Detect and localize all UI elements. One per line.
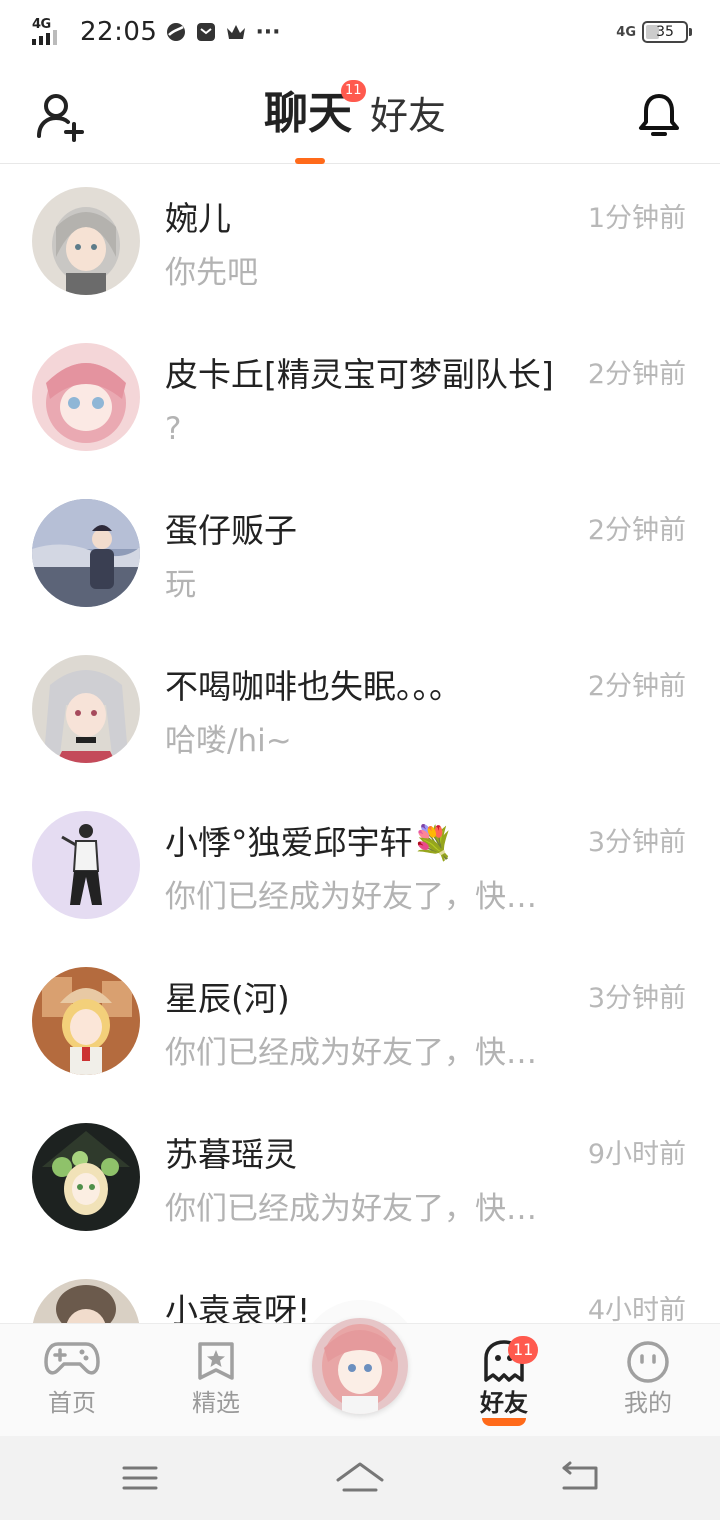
chat-time: 2分钟前 [587,515,686,546]
chat-last-message: ? [165,411,182,447]
chat-time: 3分钟前 [587,827,686,858]
nav-featured-label: 精选 [192,1389,240,1417]
browser-icon [167,23,186,41]
profile-avatar[interactable] [312,1318,408,1414]
chat-row[interactable]: 苏暮瑶灵 你们已经成为好友了，快来聊天吧 9小时前 [0,1101,720,1257]
home-icon[interactable] [330,1458,390,1498]
chat-row[interactable]: 星辰(河) 你们已经成为好友了，快来聊天吧 3分钟前 [0,945,720,1101]
bell-icon[interactable] [638,92,680,140]
message-icon [197,23,216,41]
avatar[interactable] [32,967,140,1075]
mobile-data-icon: 4G [616,24,636,40]
smiley-icon [627,1341,669,1383]
nav-friends[interactable]: 11 好友 [444,1324,564,1437]
chat-name: 小悸°独爱邱宇轩💐 [165,823,454,862]
add-friend-icon[interactable] [36,92,90,142]
avatar[interactable] [32,499,140,607]
chat-name: 不喝咖啡也失眠。。。 [165,667,462,706]
status-bar: 4G 22:05 ··· 4G 35 [0,0,720,64]
chat-row[interactable]: 婉儿 你先吧 1分钟前 [0,165,720,321]
avatar[interactable] [32,655,140,763]
back-icon[interactable] [550,1458,610,1498]
chat-name: 婉儿 [165,199,231,238]
chat-time: 2分钟前 [587,359,686,390]
nav-home-label: 首页 [48,1389,96,1417]
chat-last-message: 你们已经成为好友了，快来聊天吧 [165,1191,555,1227]
chat-name: 蛋仔贩子 [165,511,297,550]
chat-name: 星辰(河) [165,979,290,1018]
nav-me[interactable]: 我的 [588,1324,708,1437]
chat-last-message: 你先吧 [165,255,258,291]
chat-last-message: 哈喽/hi~ [165,723,292,759]
chat-time: 9小时前 [587,1139,686,1170]
chat-row[interactable]: 不喝咖啡也失眠。。。 哈喽/hi~ 2分钟前 [0,633,720,789]
chat-time: 1分钟前 [587,203,686,234]
chat-row[interactable]: 蛋仔贩子 玩 2分钟前 [0,477,720,633]
tab-chat[interactable]: 聊天 [264,88,352,140]
battery-level: 35 [656,24,674,40]
network-signal-icon: 4G [32,17,66,47]
avatar[interactable] [32,1123,140,1231]
chat-row[interactable]: 小悸°独爱邱宇轩💐 你们已经成为好友了，快来聊天吧 3分钟前 [0,789,720,945]
active-tab-indicator [295,158,325,164]
tab-friends[interactable]: 好友 [370,92,446,140]
chat-time: 3分钟前 [587,983,686,1014]
chat-name: 苏暮瑶灵 [165,1135,297,1174]
avatar[interactable] [32,187,140,295]
system-nav-bar [0,1436,720,1520]
nav-me-label: 我的 [624,1389,672,1417]
chat-time: 4小时前 [587,1295,686,1323]
chat-unread-badge: 11 [341,80,366,102]
status-time: 22:05 [80,17,158,47]
more-status-icons: ··· [255,19,281,45]
friends-unread-badge: 11 [508,1336,539,1364]
top-header: 聊天 11 好友 [0,64,720,164]
nav-featured[interactable]: 精选 [156,1324,276,1437]
crown-icon [227,25,246,39]
active-nav-indicator [482,1418,526,1426]
chat-time: 2分钟前 [587,671,686,702]
star-bookmark-icon [198,1342,234,1380]
chat-last-message: 你们已经成为好友了，快来聊天吧 [165,1035,555,1071]
avatar[interactable] [32,811,140,919]
chat-last-message: 你们已经成为好友了，快来聊天吧 [165,879,555,915]
gamepad-icon [44,1342,100,1375]
chat-last-message: 玩 [165,567,196,603]
battery-icon: 35 [642,21,692,43]
nav-friends-label: 好友 [480,1389,528,1417]
avatar[interactable] [32,1279,140,1323]
chat-name: 皮卡丘[精灵宝可梦副队长] [165,355,554,394]
nav-home[interactable]: 首页 [12,1324,132,1437]
avatar[interactable] [32,343,140,451]
chat-row[interactable]: 皮卡丘[精灵宝可梦副队长] ? 2分钟前 [0,321,720,477]
menu-icon[interactable] [110,1458,170,1498]
chat-list: 婉儿 你先吧 1分钟前 皮卡丘[精灵宝可梦副队长] ? 2分钟前 蛋仔贩子 玩 … [0,165,720,1323]
